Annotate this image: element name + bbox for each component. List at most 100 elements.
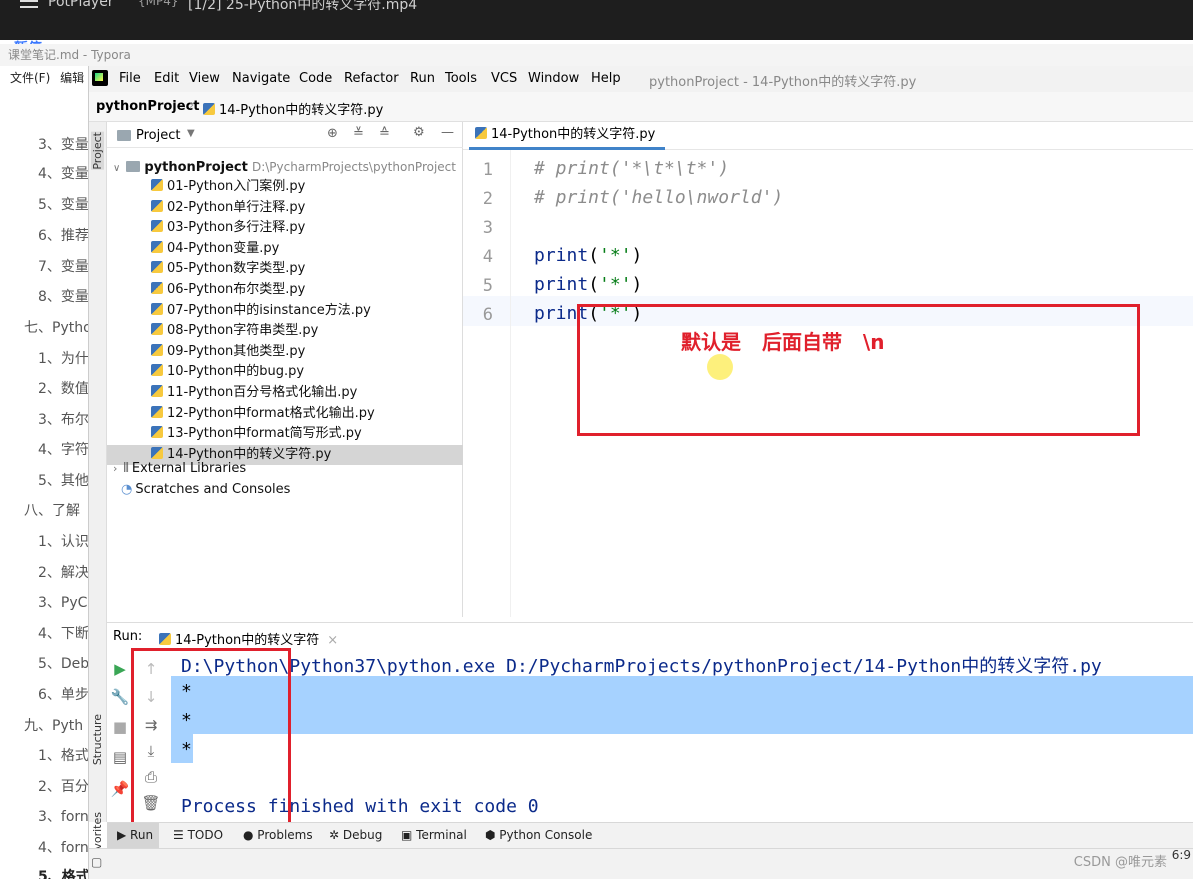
tree-file-item[interactable]: 07-Python中的isinstance方法.py	[107, 301, 463, 321]
tree-file-item[interactable]: 11-Python百分号格式化输出.py	[107, 383, 463, 403]
tree-file-item[interactable]: 09-Python其他类型.py	[107, 342, 463, 362]
tab-terminal[interactable]: ▣ Terminal	[401, 828, 467, 842]
menu-edit[interactable]: Edit	[154, 71, 179, 86]
player-app-name: PotPlayer	[48, 0, 114, 10]
outline-item[interactable]: 1、格式	[38, 745, 88, 765]
locate-file-icon[interactable]: ⊕	[327, 126, 338, 141]
tree-file-item[interactable]: 03-Python多行注释.py	[107, 218, 463, 238]
breadcrumb-file[interactable]: 14-Python中的转义字符.py	[203, 99, 383, 118]
menu-window[interactable]: Window	[528, 71, 579, 86]
menu-refactor[interactable]: Refactor	[344, 71, 399, 86]
tree-external-libraries[interactable]: › ⫴ External Libraries	[113, 459, 246, 479]
tree-file-item[interactable]: 04-Python变量.py	[107, 239, 463, 259]
pin-icon[interactable]: 📌	[110, 780, 130, 798]
outline-item[interactable]: 3、布尔	[38, 409, 88, 429]
outline-item[interactable]: 4、字符	[38, 439, 88, 459]
python-file-icon	[151, 220, 163, 233]
outline-item[interactable]: 1、认识	[38, 531, 88, 551]
tree-file-item[interactable]: 12-Python中format格式化输出.py	[107, 404, 463, 424]
code-line[interactable]: # print('*\t*\t*')	[534, 158, 729, 179]
outline-item[interactable]: 8、变量	[38, 286, 88, 306]
stop-icon[interactable]: ■	[110, 718, 130, 736]
tree-scratches[interactable]: ◔ Scratches and Consoles	[121, 480, 290, 500]
menu-navigate[interactable]: Navigate	[232, 71, 290, 86]
project-view-selector[interactable]: Project	[136, 128, 180, 143]
outline-item[interactable]: 5、Deb	[38, 653, 88, 673]
outline-item[interactable]: 3、forn	[38, 806, 88, 826]
code-line[interactable]: # print('hello\nworld')	[534, 187, 783, 208]
menu-file[interactable]: File	[119, 71, 141, 86]
tree-file-item[interactable]: 08-Python字符串类型.py	[107, 321, 463, 341]
collapse-all-icon[interactable]: ≙	[379, 126, 390, 141]
outline-item[interactable]: 3、变量	[38, 134, 88, 154]
code-editor[interactable]: 1 2 3 4 5 6 # print('*\t*\t*') # print('hello\…	[463, 150, 1193, 617]
project-tool-button[interactable]: Project	[91, 132, 104, 170]
outline-item[interactable]: 6、单步	[38, 684, 88, 704]
line-number: 4	[482, 247, 493, 267]
tab-python-console[interactable]: ⬢ Python Console	[485, 828, 592, 842]
gear-icon[interactable]: ⚙	[413, 125, 425, 140]
tree-file-item[interactable]: 01-Python入门案例.py	[107, 177, 463, 197]
outline-item[interactable]: 5、格式化输出中的转义符号	[38, 866, 88, 879]
tab-run[interactable]: ▶ Run	[107, 823, 159, 849]
tree-root-project[interactable]: ∨ pythonProject D:\PycharmProjects\python…	[113, 157, 456, 177]
expand-all-icon[interactable]: ≚	[353, 126, 364, 141]
menu-help[interactable]: Help	[591, 71, 621, 86]
python-file-icon	[475, 127, 487, 139]
wrench-icon[interactable]: 🔧	[110, 688, 130, 706]
typora-menu-edit[interactable]: 编辑	[60, 71, 84, 85]
chevron-down-icon[interactable]: ▼	[187, 128, 195, 139]
tree-file-item[interactable]: 06-Python布尔类型.py	[107, 280, 463, 300]
bottom-tool-tabs: ▶ Run ☰ TODO ● Problems ✲ Debug ▣ Termin…	[107, 822, 1193, 849]
tree-file-item[interactable]: 05-Python数字类型.py	[107, 259, 463, 279]
outline-item[interactable]: 5、其他	[38, 470, 88, 490]
outline-item[interactable]: 4、下断	[38, 623, 88, 643]
outline-item[interactable]: 3、PyC	[38, 592, 87, 612]
outline-item[interactable]: 八、了解	[24, 500, 80, 520]
outline-item[interactable]: 6、推荐	[38, 225, 88, 245]
chevron-right-icon[interactable]: ›	[113, 462, 117, 475]
toggle-tool-windows-icon[interactable]: ▢	[91, 855, 102, 869]
menu-run[interactable]: Run	[410, 71, 435, 86]
chevron-down-icon[interactable]: ∨	[113, 163, 120, 174]
line-gutter: 1 2 3 4 5 6	[463, 150, 511, 617]
outline-item[interactable]: 2、解决	[38, 562, 88, 582]
outline-item[interactable]: 4、forn	[38, 837, 88, 857]
status-bar: ▢	[89, 848, 1193, 879]
run-console[interactable]: D:\Python\Python37\python.exe D:/Pycharm…	[171, 648, 1193, 822]
menu-code[interactable]: Code	[299, 71, 332, 86]
outline-item[interactable]: 1、为什	[38, 348, 88, 368]
tab-problems[interactable]: ● Problems	[243, 828, 313, 842]
menu-tools[interactable]: Tools	[445, 71, 477, 86]
rerun-icon[interactable]: ▶	[110, 660, 130, 678]
outline-item[interactable]: 5、变量	[38, 194, 88, 214]
outline-item[interactable]: 4、变量	[38, 163, 88, 183]
bug-icon: ✲	[329, 828, 343, 842]
breadcrumb-project[interactable]: pythonProject	[96, 99, 200, 114]
menu-view[interactable]: View	[189, 71, 220, 86]
editor-tab-active[interactable]: 14-Python中的转义字符.py ×	[469, 124, 665, 164]
run-config-tab[interactable]: 14-Python中的转义字符 ×	[159, 629, 338, 648]
layout-icon[interactable]: ▤	[110, 748, 130, 766]
menu-vcs[interactable]: VCS	[491, 71, 517, 86]
outline-item[interactable]: 2、数值	[38, 378, 88, 398]
structure-tool-button[interactable]: Structure	[91, 714, 104, 765]
typora-menu-file[interactable]: 文件(F)	[10, 71, 50, 85]
problems-icon: ●	[243, 828, 258, 842]
outline-item[interactable]: 七、Pytho	[24, 317, 88, 337]
folder-icon	[126, 161, 141, 172]
code-line[interactable]: print('*')	[534, 274, 642, 295]
tree-file-item[interactable]: 02-Python单行注释.py	[107, 198, 463, 218]
tree-file-item[interactable]: 13-Python中format简写形式.py	[107, 424, 463, 444]
hide-panel-icon[interactable]: —	[441, 125, 454, 140]
close-run-tab-icon[interactable]: ×	[327, 633, 338, 648]
tab-debug[interactable]: ✲ Debug	[329, 828, 382, 842]
tab-todo[interactable]: ☰ TODO	[173, 828, 223, 842]
tree-file-item[interactable]: 10-Python中的bug.py	[107, 362, 463, 382]
outline-item[interactable]: 九、Pyth	[24, 715, 83, 735]
outline-item[interactable]: 7、变量	[38, 256, 88, 276]
code-line[interactable]: print('*')	[534, 245, 642, 266]
scratches-icon: ◔	[121, 482, 133, 497]
outline-item[interactable]: 2、百分	[38, 776, 88, 796]
player-menu-icon[interactable]	[20, 0, 38, 8]
